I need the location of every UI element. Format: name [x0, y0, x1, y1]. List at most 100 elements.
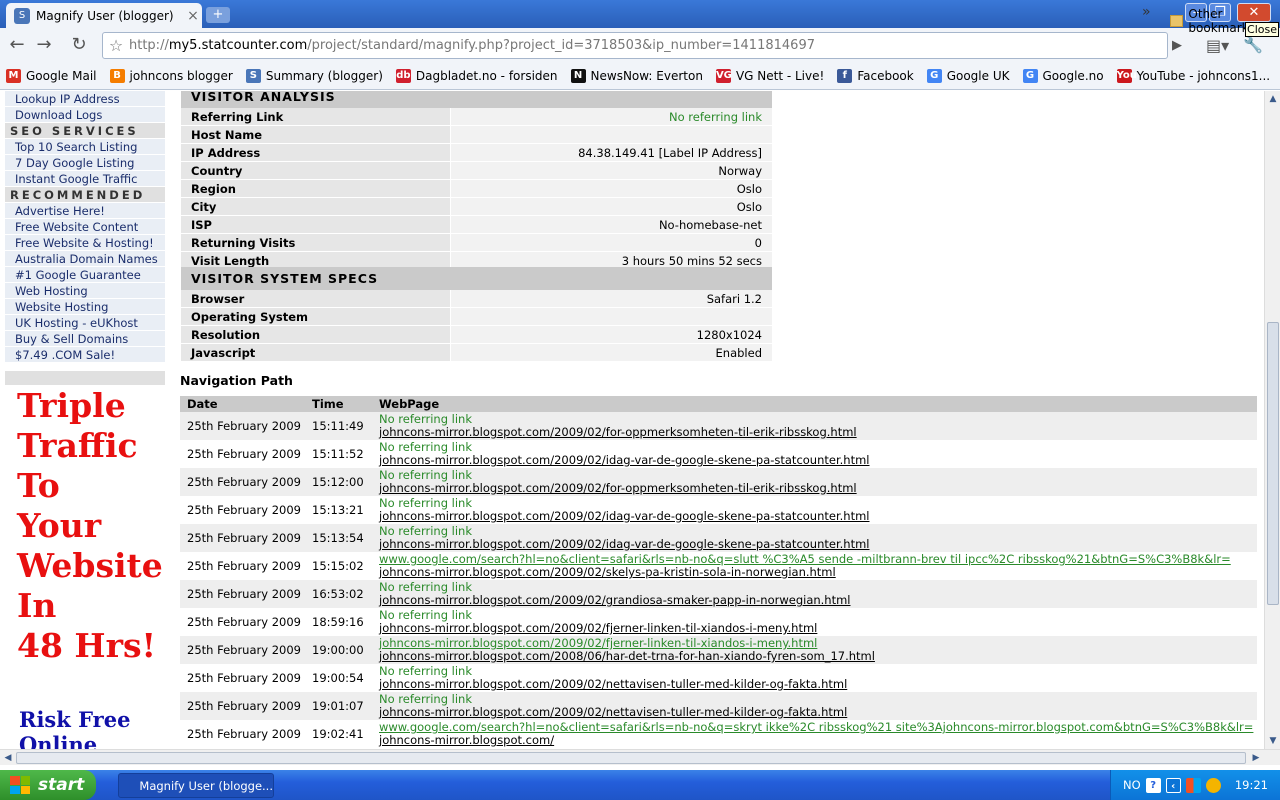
table-row: 25th February 2009 15:11:52 No referring l… [180, 440, 1257, 468]
bookmark-item[interactable]: Bjohncons blogger [109, 68, 233, 83]
bookmark-favicon-icon: M [6, 68, 21, 83]
go-arrow-icon[interactable]: ▶ [1172, 38, 1182, 53]
table-row: 25th February 2009 19:01:07 No referring l… [180, 692, 1257, 720]
sidebar-link[interactable]: UK Hosting - eUKhost [5, 315, 165, 331]
sidebar-link[interactable]: Australia Domain Names [5, 251, 165, 267]
browser-tab[interactable]: S Magnify User (blogger) × [6, 3, 202, 28]
reload-button[interactable]: ↻ [68, 34, 90, 56]
tab-close-icon[interactable]: × [184, 8, 202, 24]
system-specs-heading: VISITOR SYSTEM SPECS [181, 267, 772, 290]
triple-traffic-ad[interactable]: Triple Traffic To Your Website In 48 Hrs! [17, 386, 165, 666]
visit-date: 25th February 2009 [187, 419, 301, 433]
visit-date: 25th February 2009 [187, 475, 301, 489]
close-tooltip: Close [1245, 22, 1279, 37]
sidebar-link[interactable]: #1 Google Guarantee [5, 267, 165, 283]
visit-time: 15:12:00 [312, 475, 364, 489]
sidebar-link[interactable]: 7 Day Google Listing [5, 155, 165, 171]
ad-line: 48 Hrs! [17, 626, 157, 665]
sidebar-link[interactable]: $7.49 .COM Sale! [5, 347, 165, 363]
page-link[interactable]: johncons-mirror.blogspot.com/2009/02/ida… [379, 454, 1257, 467]
bookmark-item[interactable]: M Google Mail [6, 68, 97, 83]
webpage-cell: No referring link johncons-mirror.blogspo… [372, 412, 1257, 440]
bookmark-item[interactable]: You YouTube - johncons1... [1116, 68, 1270, 83]
sidebar-link[interactable]: Buy & Sell Domains [5, 331, 165, 347]
bookmark-label: VG Nett - Live! [735, 68, 825, 83]
language-indicator[interactable]: NO [1123, 778, 1141, 792]
visit-date: 25th February 2009 [187, 671, 301, 685]
sidebar-link[interactable]: Advertise Here! [5, 203, 165, 219]
page-link[interactable]: johncons-mirror.blogspot.com/ [379, 734, 1257, 747]
webpage-cell: No referring link johncons-mirror.blogspo… [372, 664, 1257, 692]
sidebar-link[interactable]: Instant Google Traffic [5, 171, 165, 187]
scroll-left-icon[interactable]: ◀ [0, 750, 16, 766]
sidebar-link[interactable]: Lookup IP Address [5, 91, 165, 107]
taskbar-item-chrome[interactable]: Magnify User (blogge... [118, 773, 274, 798]
info-label: IP Address [181, 144, 451, 161]
table-row: 25th February 2009 15:13:54 No referring l… [180, 524, 1257, 552]
horizontal-scroll-thumb[interactable] [16, 752, 1246, 764]
url-text[interactable]: http://my5.statcounter.com/project/stand… [129, 38, 815, 53]
back-button[interactable]: ← [6, 34, 28, 56]
bookmark-item[interactable]: G Google.no [1022, 68, 1104, 83]
risk-free-ad[interactable]: Risk Free Online [19, 707, 167, 749]
bookmarks-bar: M Google Mail Bjohncons blogger S Summary (b… [0, 62, 1280, 90]
scroll-up-icon[interactable]: ▲ [1265, 91, 1280, 107]
page-link[interactable]: johncons-mirror.blogspot.com/2009/02/gra… [379, 594, 1257, 607]
seo-services-heading: SEO SERVICES [5, 123, 165, 139]
info-label: Returning Visits [181, 234, 451, 251]
forward-button[interactable]: → [33, 34, 55, 56]
tray-arrow-icon[interactable]: ‹ [1165, 777, 1181, 793]
info-label: Javascript [181, 344, 451, 361]
title-bar: S Magnify User (blogger) × + – ❐ ✕ [0, 0, 1280, 28]
bookmark-star-icon[interactable]: ☆ [103, 36, 129, 55]
help-icon[interactable]: ? [1145, 777, 1161, 793]
bookmark-item[interactable]: VG VG Nett - Live! [715, 68, 825, 83]
sidebar-link[interactable]: Download Logs [5, 107, 165, 123]
tab-title: Magnify User (blogger) [36, 8, 174, 23]
table-row: 25th February 2009 15:12:00 No referring l… [180, 468, 1257, 496]
start-button[interactable]: start [0, 770, 96, 800]
page-menu-icon[interactable]: ▤▾ [1206, 36, 1229, 55]
sidebar-link[interactable]: Web Hosting [5, 283, 165, 299]
bookmark-label: johncons blogger [129, 68, 233, 83]
bookmark-item[interactable]: G Google UK [926, 68, 1010, 83]
sidebar-link[interactable]: Free Website & Hosting! [5, 235, 165, 251]
vertical-scroll-thumb[interactable] [1267, 322, 1279, 605]
scroll-down-icon[interactable]: ▼ [1265, 733, 1280, 749]
info-value: No-homebase-net [451, 216, 772, 233]
visit-time: 16:53:02 [312, 587, 364, 601]
bookmark-item[interactable]: db Dagbladet.no - forsiden [395, 68, 558, 83]
bookmark-item[interactable]: S Summary (blogger) [245, 68, 383, 83]
page-link[interactable]: johncons-mirror.blogspot.com/2008/06/har… [379, 650, 1257, 663]
bookmark-label: Summary (blogger) [265, 68, 383, 83]
page-link[interactable]: johncons-mirror.blogspot.com/2009/02/ida… [379, 510, 1257, 523]
page-link[interactable]: johncons-mirror.blogspot.com/2009/02/ske… [379, 566, 1257, 579]
page-link[interactable]: johncons-mirror.blogspot.com/2009/02/ida… [379, 538, 1257, 551]
vertical-scrollbar[interactable]: ▲ ▼ [1264, 91, 1280, 749]
sidebar-link[interactable]: Top 10 Search Listing [5, 139, 165, 155]
webpage-cell: No referring link johncons-mirror.blogspo… [372, 580, 1257, 608]
bookmarks-overflow-icon[interactable]: » [1142, 4, 1151, 20]
horizontal-scrollbar[interactable]: ◀ ▶ [0, 749, 1280, 765]
address-bar[interactable]: ☆ http://my5.statcounter.com/project/sta… [102, 32, 1168, 59]
page-link[interactable]: johncons-mirror.blogspot.com/2009/02/for… [379, 482, 1257, 495]
network-globe-icon[interactable] [1205, 777, 1221, 793]
page-link[interactable]: johncons-mirror.blogspot.com/2009/02/net… [379, 706, 1257, 719]
bookmark-label: Facebook [857, 68, 914, 83]
webpage-cell: No referring link johncons-mirror.blogspo… [372, 440, 1257, 468]
info-value: No referring link [451, 108, 772, 125]
page-link[interactable]: johncons-mirror.blogspot.com/2009/02/net… [379, 678, 1257, 691]
info-row: Resolution 1280x1024 [181, 326, 772, 344]
bookmark-item[interactable]: N NewsNow: Everton [570, 68, 703, 83]
bookmark-item[interactable]: f Facebook [837, 68, 914, 83]
info-row: Referring Link No referring link [181, 108, 772, 126]
new-tab-button[interactable]: + [206, 7, 230, 23]
page-link[interactable]: johncons-mirror.blogspot.com/2009/02/fje… [379, 622, 1257, 635]
sidebar-link[interactable]: Free Website Content [5, 219, 165, 235]
sidebar-link[interactable]: Website Hosting [5, 299, 165, 315]
page-link[interactable]: johncons-mirror.blogspot.com/2009/02/for… [379, 426, 1257, 439]
scroll-right-icon[interactable]: ▶ [1248, 750, 1264, 766]
tray-app-icon[interactable] [1185, 777, 1201, 793]
wrench-menu-icon[interactable]: 🔧 [1243, 35, 1263, 54]
table-row: 25th February 2009 15:15:02 www.google.com… [180, 552, 1257, 580]
